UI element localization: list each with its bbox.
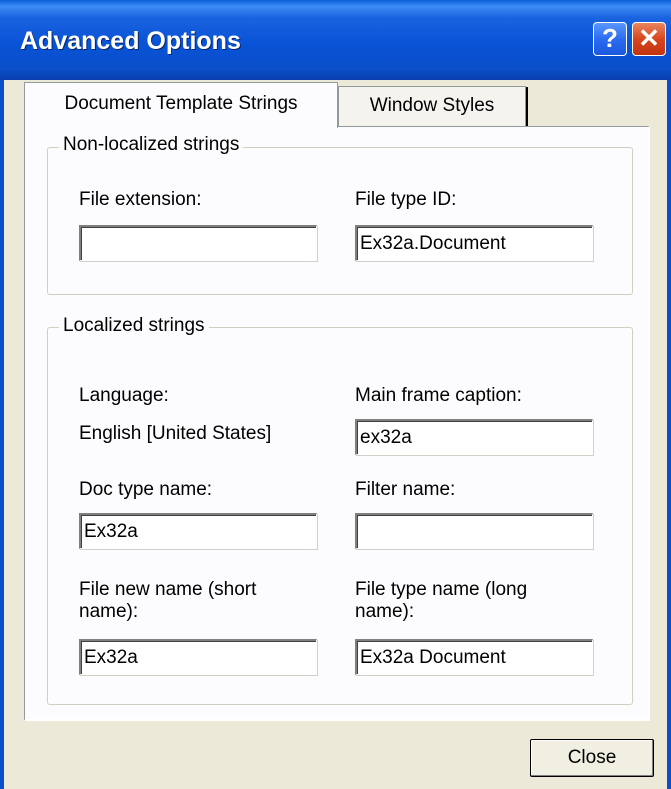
main-frame-caption-input[interactable]: ex32a [355, 419, 593, 455]
file-new-name-label: File new name (short name): [79, 579, 257, 622]
file-extension-label: File extension: [79, 189, 202, 210]
file-type-name-label: File type name (long name): [355, 579, 528, 622]
non-localized-group-label: Non-localized strings [59, 134, 244, 156]
tab-panel: Non-localized strings File extension: Fi… [24, 126, 650, 721]
close-button-label: Close [567, 747, 617, 768]
doc-type-name-label: Doc type name: [79, 479, 213, 500]
close-button[interactable]: Close [530, 739, 654, 777]
tab-label: Document Template Strings [64, 93, 298, 114]
filter-name-input[interactable] [355, 513, 593, 549]
window-border-right [667, 80, 671, 789]
doc-type-name-input[interactable]: Ex32a [79, 513, 317, 549]
close-icon: ✕ [638, 23, 660, 53]
main-frame-caption-label: Main frame caption: [355, 385, 522, 406]
non-localized-group [47, 147, 633, 295]
advanced-options-dialog: Advanced Options ? ✕ Document Template S… [0, 0, 671, 789]
language-value: English [United States] [79, 423, 272, 444]
window-border-left [0, 80, 4, 789]
tab-window-styles[interactable]: Window Styles [338, 86, 528, 127]
window-close-button[interactable]: ✕ [632, 22, 666, 56]
help-icon: ? [602, 23, 618, 53]
file-new-name-input[interactable]: Ex32a [79, 639, 317, 675]
file-type-name-input[interactable]: Ex32a Document [355, 639, 593, 675]
tab-label: Window Styles [369, 95, 495, 116]
file-type-id-input[interactable]: Ex32a.Document [355, 225, 593, 261]
language-label: Language: [79, 385, 169, 406]
localized-group-label: Localized strings [59, 315, 209, 337]
tab-document-template-strings[interactable]: Document Template Strings [24, 82, 338, 128]
title-bar[interactable]: Advanced Options ? ✕ [0, 0, 671, 80]
window-title: Advanced Options [20, 27, 241, 55]
help-button[interactable]: ? [593, 22, 627, 56]
file-extension-input[interactable] [79, 225, 317, 261]
file-type-id-label: File type ID: [355, 189, 457, 210]
filter-name-label: Filter name: [355, 479, 456, 500]
